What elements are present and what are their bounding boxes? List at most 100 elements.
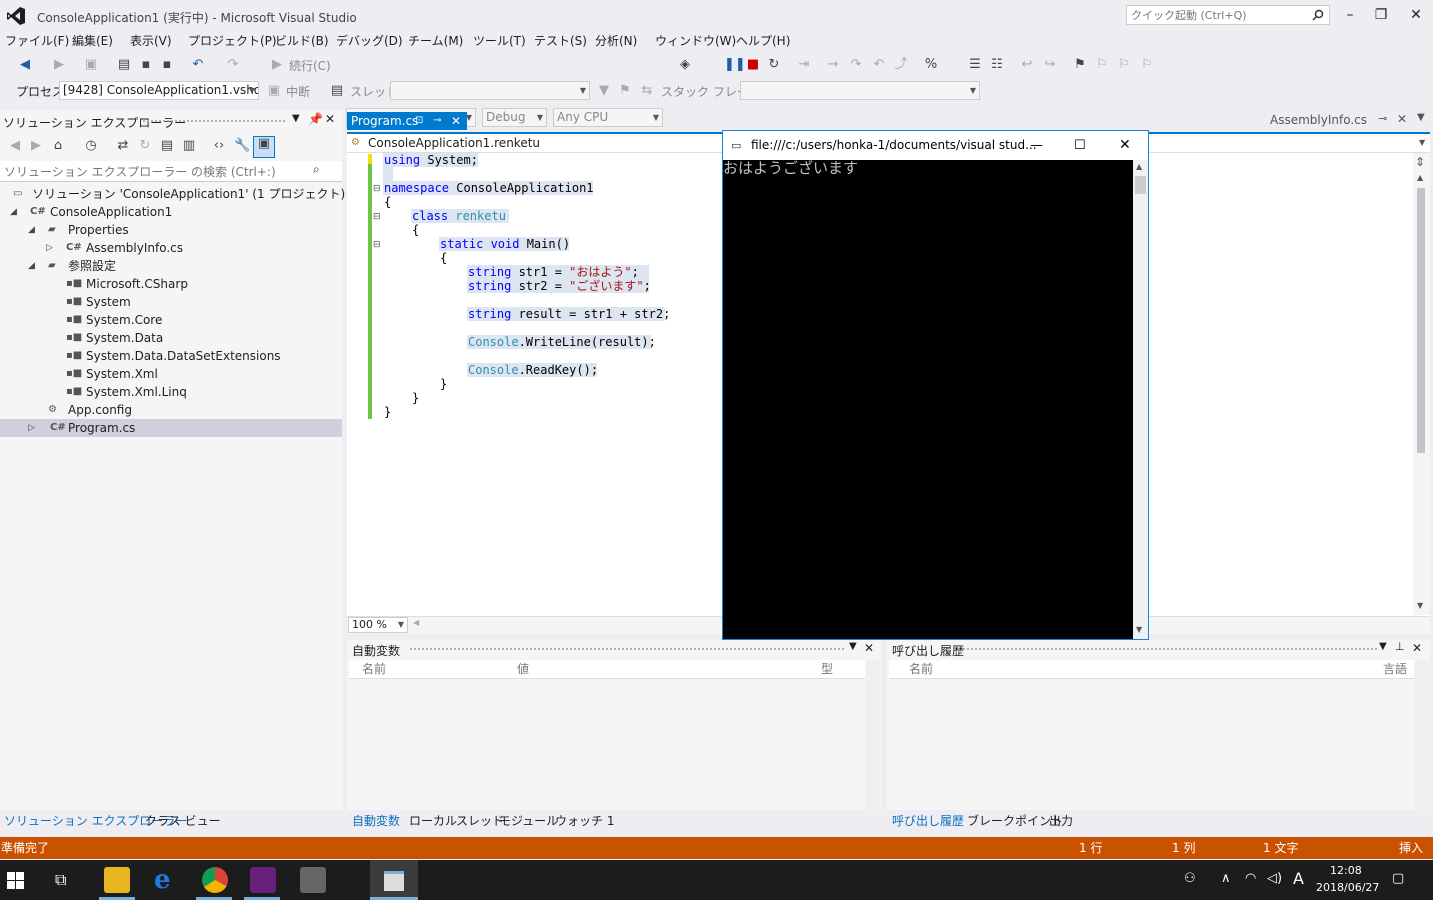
panel-close-icon[interactable]: ✕ <box>325 112 335 126</box>
editor-vertical-scrollbar[interactable]: ⇕ ▲ ▼ <box>1413 153 1430 615</box>
view-code-icon[interactable]: ‹› <box>212 139 226 153</box>
platform-combo[interactable]: Any CPU ▼ <box>553 108 663 127</box>
split-icon[interactable]: ⇕ <box>1415 155 1425 169</box>
menu-file[interactable]: ファイル(F) <box>5 32 69 49</box>
close-button[interactable]: ✕ <box>1401 4 1431 26</box>
network-icon[interactable]: ◠ <box>1245 871 1256 886</box>
process-icon[interactable]: ◈ <box>678 58 692 72</box>
step-into-icon[interactable]: → <box>826 58 840 72</box>
expand-arrow-icon[interactable]: ◢ <box>28 257 35 275</box>
refresh-icon[interactable]: ↻ <box>138 139 152 153</box>
pin-icon[interactable]: ⊡ <box>415 112 423 130</box>
outline-collapse-icon[interactable]: ⊟ <box>373 240 381 250</box>
tree-appconfig[interactable]: ⚙ App.config <box>0 401 342 419</box>
save-all-icon[interactable]: ▪ <box>160 58 174 72</box>
se-forward-icon[interactable]: ▶ <box>29 139 43 153</box>
forward-icon[interactable]: ▶ <box>52 58 66 72</box>
panel-close-icon[interactable]: ✕ <box>1412 641 1422 655</box>
menu-project[interactable]: プロジェクト(P) <box>188 32 277 49</box>
tree-programcs[interactable]: ▷ C# Program.cs <box>0 419 342 437</box>
preview-selected-icon[interactable]: ▣ <box>253 136 275 158</box>
task-view-icon[interactable]: ⧉ <box>55 870 66 890</box>
sync-icon[interactable]: ⇄ <box>116 139 130 153</box>
filter-icon[interactable]: ▼ <box>597 84 611 98</box>
nav-forward-icon[interactable]: ↪ <box>1043 58 1057 72</box>
tree-reference[interactable]: ▪■ System.Data.DataSetExtensions <box>0 347 342 365</box>
properties-icon[interactable]: 🔧 <box>234 139 250 153</box>
tab-program-cs[interactable]: Program.cs ⊡ ⊸ ✕ <box>347 112 467 130</box>
tree-reference[interactable]: ▪■ System.Xml.Linq <box>0 383 342 401</box>
tab-output[interactable]: 出力 <box>1049 812 1073 829</box>
restart-icon[interactable]: ↻ <box>767 58 781 72</box>
tab-watch[interactable]: ウォッチ 1 <box>555 812 614 829</box>
menu-analyze[interactable]: 分析(N) <box>595 32 637 49</box>
scroll-up-icon[interactable]: ▲ <box>1136 162 1142 171</box>
process-combo[interactable]: [9428] ConsoleApplication1.vshost ▼ <box>59 81 259 100</box>
menu-window[interactable]: ウィンドウ(W) <box>655 32 736 49</box>
console-taskbar-button[interactable] <box>370 860 418 900</box>
menu-edit[interactable]: 編集(E) <box>72 32 113 49</box>
solution-explorer-search[interactable]: ソリューション エクスプローラー の検索 (Ctrl+:) ⌕ <box>0 161 342 182</box>
windows-start-icon[interactable] <box>7 872 24 889</box>
pin-icon[interactable]: 📌 <box>308 112 323 126</box>
app-icon[interactable] <box>300 867 326 893</box>
undo-icon[interactable]: ↶ <box>191 58 205 72</box>
console-scrollbar[interactable]: ▲ ▼ <box>1133 160 1148 639</box>
console-maximize-button[interactable]: ☐ <box>1074 131 1086 160</box>
se-back-icon[interactable]: ◀ <box>8 139 22 153</box>
stop-icon[interactable]: ■ <box>746 58 760 72</box>
stack-icon[interactable]: ⇆ <box>640 84 654 98</box>
console-window[interactable]: ▭ file:///c:/users/honka-1/documents/vis… <box>722 130 1149 640</box>
tab-threads[interactable]: スレッド <box>456 812 504 829</box>
step-back-icon[interactable]: ⤴ <box>894 58 908 72</box>
zoom-combo[interactable]: 100 % ▼ <box>348 617 408 633</box>
scroll-left-icon[interactable]: ◀ <box>413 618 419 627</box>
pin-icon[interactable]: ⊥ <box>1395 640 1405 653</box>
tray-chevron-icon[interactable]: ∧ <box>1221 871 1231 886</box>
scroll-up-icon[interactable]: ▲ <box>1417 173 1423 182</box>
quick-launch-input[interactable]: クイック起動 (Ctrl+Q) <box>1126 5 1330 25</box>
file-explorer-icon[interactable] <box>104 867 130 893</box>
bookmark-icon[interactable]: ⚑ <box>1073 58 1087 72</box>
console-close-button[interactable]: ✕ <box>1119 131 1131 160</box>
dropdown-arrow-icon[interactable]: ▼ <box>1419 134 1425 152</box>
menu-team[interactable]: チーム(M) <box>408 32 463 49</box>
pause-icon[interactable]: ❚❚ <box>724 58 746 72</box>
callstack-scrollbar[interactable] <box>1415 660 1429 810</box>
back-icon[interactable]: ◀ <box>18 58 32 72</box>
tab-call-stack[interactable]: 呼び出し履歴 <box>892 812 964 829</box>
comment-icon[interactable]: ☰ <box>968 58 982 72</box>
scroll-down-icon[interactable]: ▼ <box>1136 625 1142 634</box>
expand-arrow-icon[interactable]: ◢ <box>10 203 17 221</box>
menu-view[interactable]: 表示(V) <box>130 32 172 49</box>
tree-solution[interactable]: ▭ ソリューション 'ConsoleApplication1' (1 プロジェク… <box>0 185 345 203</box>
scroll-thumb[interactable] <box>1417 188 1425 453</box>
tree-reference[interactable]: ▪■ System.Data <box>0 329 342 347</box>
show-next-statement-icon[interactable]: ⇥ <box>797 58 811 72</box>
menu-tools[interactable]: ツール(T) <box>473 32 526 49</box>
config-combo[interactable]: Debug ▼ <box>482 108 547 127</box>
clear-bookmarks-icon[interactable]: ⚐ <box>1140 58 1154 72</box>
tree-reference[interactable]: ▪■ System.Xml <box>0 365 342 383</box>
tab-close-icon[interactable]: ✕ <box>1397 112 1407 126</box>
collapse-all-icon[interactable]: ▤ <box>160 139 174 153</box>
nav-back-icon[interactable]: ↩ <box>1020 58 1034 72</box>
tab-close-icon[interactable]: ✕ <box>451 112 461 130</box>
menu-test[interactable]: テスト(S) <box>534 32 587 49</box>
console-title-bar[interactable]: ▭ file:///c:/users/honka-1/documents/vis… <box>723 131 1148 160</box>
panel-menu-icon[interactable]: ▼ <box>849 641 857 652</box>
tree-references[interactable]: ◢ ▰ 参照設定 <box>0 257 342 275</box>
tab-class-view[interactable]: クラス ビュー <box>145 812 221 829</box>
tree-properties[interactable]: ◢ ▰ Properties <box>0 221 342 239</box>
people-icon[interactable]: ⚇ <box>1184 871 1196 886</box>
clock-date[interactable]: 2018/06/27 <box>1316 881 1379 894</box>
tab-assemblyinfo-cs[interactable]: AssemblyInfo.cs <box>1270 113 1367 127</box>
suspend-icon[interactable]: ▣ <box>267 84 281 98</box>
outline-collapse-icon[interactable]: ⊟ <box>373 212 381 222</box>
volume-icon[interactable]: ◁) <box>1267 871 1282 886</box>
flag-icon[interactable]: ⚑ <box>618 84 632 98</box>
panel-menu-icon[interactable]: ▼ <box>292 113 300 124</box>
menu-build[interactable]: ビルド(B) <box>275 32 329 49</box>
expand-arrow-icon[interactable]: ◢ <box>28 221 35 239</box>
collapse-arrow-icon[interactable]: ▷ <box>46 239 53 257</box>
